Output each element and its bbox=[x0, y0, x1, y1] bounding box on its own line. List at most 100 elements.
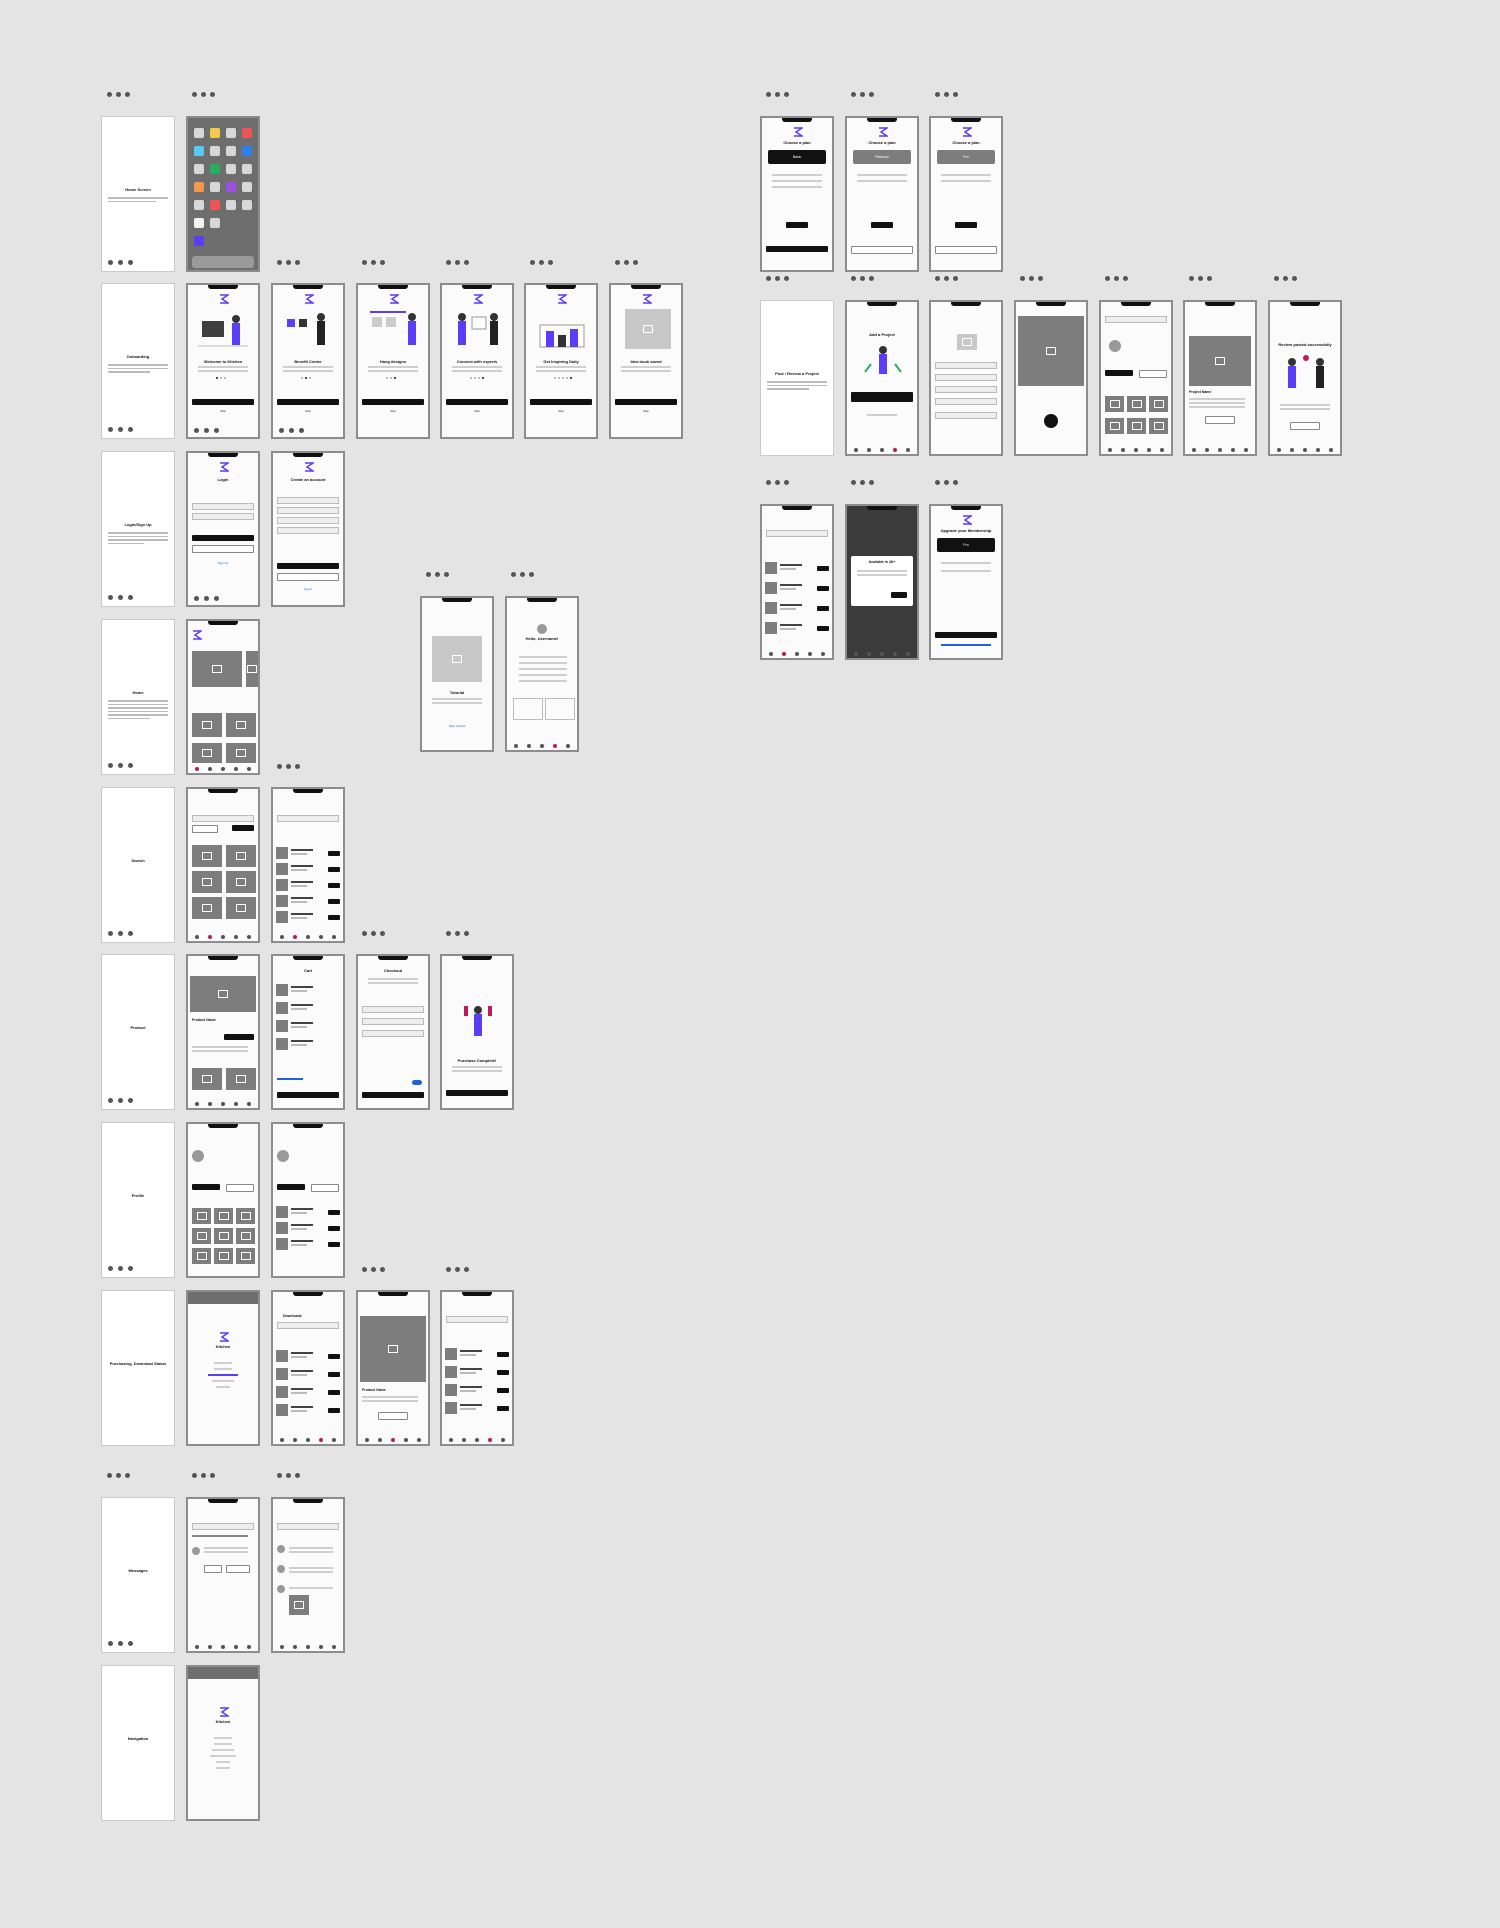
done-button[interactable] bbox=[1290, 422, 1320, 430]
list-item[interactable] bbox=[276, 911, 340, 925]
frame-menu-dots[interactable] bbox=[935, 92, 958, 97]
frame-menu-dots[interactable] bbox=[511, 572, 534, 577]
download-item[interactable] bbox=[276, 1404, 340, 1418]
login-button[interactable] bbox=[192, 535, 254, 541]
frame-menu-dots[interactable] bbox=[362, 1267, 385, 1272]
search-input[interactable] bbox=[277, 815, 339, 822]
list-item[interactable] bbox=[276, 847, 340, 861]
featured-image[interactable] bbox=[192, 651, 242, 687]
price-field[interactable] bbox=[935, 412, 997, 419]
google-signup-button[interactable] bbox=[277, 573, 339, 581]
frame-menu-dots[interactable] bbox=[277, 1473, 300, 1478]
frame-menu-dots[interactable] bbox=[192, 1473, 215, 1478]
download-item[interactable] bbox=[276, 1368, 340, 1382]
password-field[interactable] bbox=[192, 513, 254, 520]
next-button[interactable] bbox=[530, 399, 592, 405]
list-item[interactable] bbox=[276, 1238, 340, 1252]
frame-menu-dots[interactable] bbox=[1189, 276, 1212, 281]
frame-menu-dots[interactable] bbox=[107, 1473, 130, 1478]
list-item[interactable] bbox=[276, 895, 340, 909]
frame-menu-dots[interactable] bbox=[446, 1267, 469, 1272]
frame-menu-dots[interactable] bbox=[935, 480, 958, 485]
next-button[interactable] bbox=[615, 399, 677, 405]
continue-button[interactable] bbox=[851, 246, 913, 254]
email-field[interactable] bbox=[277, 507, 339, 514]
buy-button[interactable] bbox=[224, 1034, 254, 1040]
frame-menu-dots[interactable] bbox=[446, 260, 469, 265]
search-input[interactable] bbox=[1105, 316, 1167, 323]
choose-plan-button[interactable] bbox=[955, 222, 977, 228]
cart-item[interactable] bbox=[276, 1020, 340, 1034]
list-item[interactable] bbox=[276, 1222, 340, 1236]
list-item[interactable] bbox=[276, 879, 340, 893]
frame-menu-dots[interactable] bbox=[277, 260, 300, 265]
expiry-field[interactable] bbox=[362, 1030, 424, 1037]
skip-link[interactable]: Skip bbox=[188, 409, 258, 413]
next-button[interactable] bbox=[362, 399, 424, 405]
password-field[interactable] bbox=[277, 517, 339, 524]
tags-field[interactable] bbox=[935, 398, 997, 405]
next-button[interactable] bbox=[277, 399, 339, 405]
message-button[interactable] bbox=[1139, 370, 1167, 378]
card-field[interactable] bbox=[362, 1006, 424, 1013]
list-item[interactable] bbox=[765, 602, 829, 616]
plan-card-pro[interactable]: Pro bbox=[937, 150, 995, 164]
signup-button[interactable] bbox=[277, 563, 339, 569]
category-field[interactable] bbox=[935, 374, 997, 381]
list-item[interactable] bbox=[276, 863, 340, 877]
choose-plan-button[interactable] bbox=[786, 222, 808, 228]
skip-link[interactable]: Skip bbox=[611, 409, 681, 413]
list-item[interactable] bbox=[765, 622, 829, 636]
frame-menu-dots[interactable] bbox=[1020, 276, 1043, 281]
checkout-button[interactable] bbox=[277, 1092, 339, 1098]
frame-menu-dots[interactable] bbox=[851, 276, 874, 281]
frame-menu-dots[interactable] bbox=[362, 260, 385, 265]
next-button[interactable] bbox=[446, 399, 508, 405]
frame-menu-dots[interactable] bbox=[615, 260, 638, 265]
continue-button[interactable] bbox=[766, 246, 828, 252]
google-login-button[interactable] bbox=[192, 545, 254, 553]
skip-link[interactable]: Skip bbox=[273, 409, 343, 413]
download-item[interactable] bbox=[445, 1366, 509, 1380]
frame-menu-dots[interactable] bbox=[851, 480, 874, 485]
message-button[interactable] bbox=[226, 1184, 254, 1192]
plan-card-pro[interactable]: Pro bbox=[937, 538, 995, 552]
project-name-field[interactable] bbox=[935, 362, 997, 369]
cart-item[interactable] bbox=[276, 984, 340, 998]
frame-menu-dots[interactable] bbox=[362, 931, 385, 936]
upload-button[interactable] bbox=[851, 392, 913, 402]
search-input[interactable] bbox=[277, 1523, 339, 1530]
upgrade-button[interactable] bbox=[891, 592, 907, 598]
download-item[interactable] bbox=[276, 1350, 340, 1364]
search-input[interactable] bbox=[192, 815, 254, 822]
frame-menu-dots[interactable] bbox=[107, 92, 130, 97]
accept-button[interactable] bbox=[226, 1565, 250, 1573]
download-item[interactable] bbox=[276, 1386, 340, 1400]
frame-menu-dots[interactable] bbox=[192, 92, 215, 97]
decline-button[interactable] bbox=[204, 1565, 222, 1573]
message-button[interactable] bbox=[311, 1184, 339, 1192]
skip-link[interactable]: Skip bbox=[526, 409, 596, 413]
choose-plan-button[interactable] bbox=[871, 222, 893, 228]
review-button[interactable] bbox=[1205, 416, 1235, 424]
name-field[interactable] bbox=[362, 1018, 424, 1025]
frame-menu-dots[interactable] bbox=[1274, 276, 1297, 281]
plan-card-basic[interactable]: Basic bbox=[768, 150, 826, 164]
frame-menu-dots[interactable] bbox=[766, 276, 789, 281]
frame-menu-dots[interactable] bbox=[446, 931, 469, 936]
frame-menu-dots[interactable] bbox=[530, 260, 553, 265]
frame-menu-dots[interactable] bbox=[935, 276, 958, 281]
description-field[interactable] bbox=[935, 386, 997, 393]
plan-card-platinum[interactable]: Platinum bbox=[853, 150, 911, 164]
search-input[interactable] bbox=[766, 530, 828, 537]
search-input[interactable] bbox=[192, 1523, 254, 1530]
follow-button[interactable] bbox=[192, 1184, 220, 1190]
save-card-toggle[interactable] bbox=[412, 1080, 422, 1085]
follow-button[interactable] bbox=[277, 1184, 305, 1190]
cart-item[interactable] bbox=[276, 1038, 340, 1052]
skip-link[interactable]: Skip bbox=[442, 409, 512, 413]
continue-button[interactable] bbox=[935, 246, 997, 254]
next-button[interactable] bbox=[192, 399, 254, 405]
list-item[interactable] bbox=[765, 562, 829, 576]
continue-button[interactable] bbox=[446, 1090, 508, 1096]
